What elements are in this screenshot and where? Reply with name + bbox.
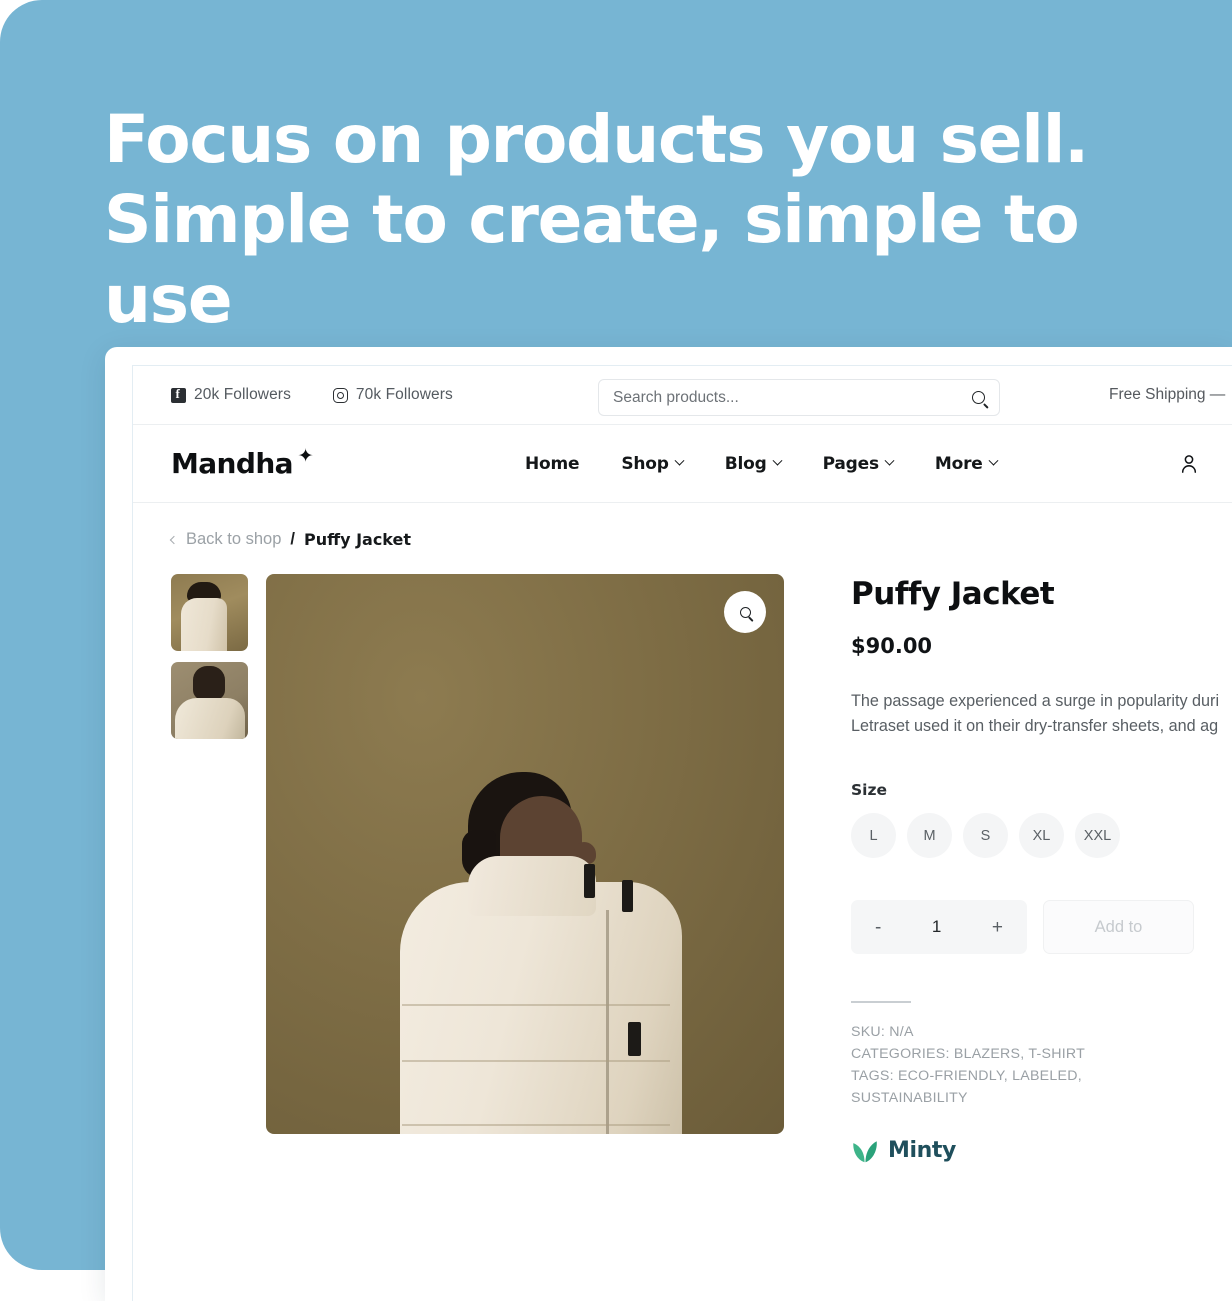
nav-item-pages[interactable]: Pages <box>822 453 895 474</box>
site-logo-text: Mandha <box>171 446 294 480</box>
page-root: Focus on products you sell. Simple to cr… <box>0 0 1232 1301</box>
size-option-xxl[interactable]: XXL <box>1075 813 1120 858</box>
instagram-followers[interactable]: 70k Followers <box>332 386 453 404</box>
breadcrumb-current: Puffy Jacket <box>303 530 412 549</box>
nav-item-pages-label: Pages <box>822 453 879 474</box>
product-description-line-1: The passage experienced a surge in popul… <box>851 692 1220 710</box>
product-details: Puffy Jacket $90.00 The passage experien… <box>802 574 1220 1165</box>
minty-label: Minty <box>888 1138 956 1164</box>
sparkle-icon: ✦ <box>297 444 314 467</box>
jacket-seam <box>402 1124 670 1126</box>
breadcrumb-separator: / <box>290 530 295 548</box>
instagram-followers-label: 70k Followers <box>355 386 453 403</box>
nav-item-shop[interactable]: Shop <box>621 453 685 474</box>
minty-badge: Minty <box>851 1137 1194 1165</box>
user-icon[interactable] <box>1180 454 1198 474</box>
product-meta: SKU: N/A CATEGORIES: BLAZERS, T-SHIRT TA… <box>851 1021 1194 1109</box>
chevron-down-icon <box>772 455 783 466</box>
jacket-zipper <box>606 910 609 1134</box>
search-input[interactable] <box>613 388 972 407</box>
product-categories: CATEGORIES: BLAZERS, T-SHIRT <box>851 1045 1086 1062</box>
hero-title: Focus on products you sell. Simple to cr… <box>104 100 1184 340</box>
magnifier-icon <box>739 606 751 618</box>
breadcrumb-back-to-shop[interactable]: Back to shop <box>169 530 282 549</box>
nav-item-blog-label: Blog <box>724 453 767 474</box>
search-bar[interactable] <box>598 379 1000 416</box>
breadcrumb: Back to shop / Puffy Jacket <box>169 503 1194 549</box>
leaf-icon <box>853 1140 877 1162</box>
site-content: 20k Followers 70k Followers Free Shippin… <box>132 365 1232 1301</box>
gallery-thumbnail[interactable] <box>171 574 248 651</box>
search-icon[interactable] <box>972 391 985 404</box>
jacket-seam <box>402 1060 670 1062</box>
jacket-tab <box>584 864 595 898</box>
product-price: $90.00 <box>851 634 933 658</box>
jacket-seam <box>402 1004 670 1006</box>
size-option-s[interactable]: S <box>963 813 1008 858</box>
main-navigation: Mandha ✦ Home Shop Blog Pages More <box>133 425 1232 503</box>
quantity-decrement-button[interactable]: - <box>875 918 881 937</box>
jacket-tab <box>628 1022 641 1056</box>
jacket-collar <box>468 856 596 916</box>
size-option-l[interactable]: L <box>851 813 896 858</box>
chevron-left-icon <box>169 535 179 544</box>
chevron-down-icon <box>988 455 999 466</box>
nav-item-home-label: Home <box>525 453 580 474</box>
product-main-image[interactable] <box>266 574 784 1134</box>
product-description-line-2: Letraset used it on their dry-transfer s… <box>851 717 1219 735</box>
hero-title-line-2: Simple to create, simple to use <box>104 181 1080 338</box>
add-to-cart-button[interactable]: Add to <box>1043 900 1194 954</box>
jacket-body <box>400 882 682 1134</box>
quantity-increment-button[interactable]: + <box>992 918 1003 937</box>
nav-item-more[interactable]: More <box>934 453 999 474</box>
size-option-m[interactable]: M <box>907 813 952 858</box>
size-option-xl[interactable]: XL <box>1019 813 1064 858</box>
instagram-icon <box>332 387 348 403</box>
product-tags: TAGS: ECO-FRIENDLY, LABELED, SUSTAINABIL… <box>851 1067 1082 1106</box>
shipping-notice: Free Shipping — <box>1109 386 1226 403</box>
nav-item-shop-label: Shop <box>621 453 669 474</box>
product-layout: Puffy Jacket $90.00 The passage experien… <box>171 574 1220 1165</box>
product-title: Puffy Jacket <box>851 576 1055 612</box>
product-page: Back to shop / Puffy Jacket Puffy Jacket… <box>133 503 1232 1165</box>
hero-title-line-1: Focus on products you sell. <box>104 101 1089 178</box>
chevron-down-icon <box>674 455 685 466</box>
facebook-followers[interactable]: 20k Followers <box>171 386 291 404</box>
product-photo-illustration <box>384 760 714 1134</box>
product-description: The passage experienced a surge in popul… <box>851 689 1220 739</box>
utility-bar: 20k Followers 70k Followers Free Shippin… <box>133 366 1232 425</box>
nav-item-home[interactable]: Home <box>525 453 580 474</box>
breadcrumb-back-label: Back to shop <box>186 530 282 548</box>
jacket-tab <box>622 880 633 912</box>
quantity-value[interactable]: 1 <box>932 917 941 937</box>
meta-divider <box>851 1001 911 1003</box>
site-preview-panel: 20k Followers 70k Followers Free Shippin… <box>105 347 1232 1301</box>
facebook-followers-label: 20k Followers <box>194 386 291 403</box>
nav-links: Home Shop Blog Pages More <box>525 453 999 474</box>
gallery-thumbnails <box>171 574 248 1165</box>
product-sku: SKU: N/A <box>851 1023 914 1040</box>
quantity-stepper: - 1 + <box>851 900 1027 954</box>
size-options: L M S XL XXL <box>851 813 1194 858</box>
nav-item-more-label: More <box>934 453 983 474</box>
nav-item-blog[interactable]: Blog <box>724 453 783 474</box>
gallery-thumbnail[interactable] <box>171 662 248 739</box>
purchase-controls: - 1 + Add to <box>851 900 1194 954</box>
chevron-down-icon <box>884 455 895 466</box>
facebook-icon <box>171 386 186 403</box>
site-logo[interactable]: Mandha ✦ <box>171 446 314 480</box>
size-label: Size <box>851 781 888 799</box>
image-zoom-button[interactable] <box>724 591 766 633</box>
